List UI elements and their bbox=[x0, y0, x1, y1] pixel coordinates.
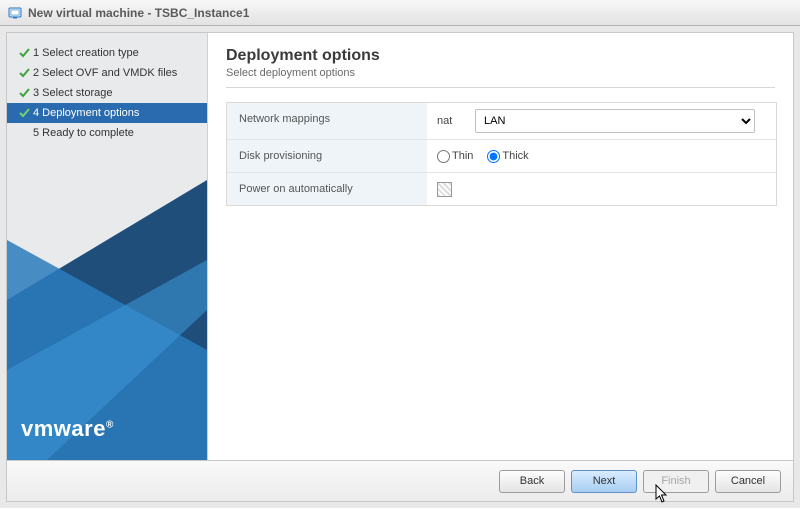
page-subtitle: Select deployment options bbox=[226, 67, 775, 79]
thin-label: Thin bbox=[452, 150, 473, 162]
step-2[interactable]: 2 Select OVF and VMDK files bbox=[7, 63, 207, 83]
sidebar-decoration: vmware® bbox=[7, 180, 207, 460]
check-icon bbox=[17, 48, 31, 59]
row-disk-provisioning: Disk provisioning Thin Thick bbox=[227, 140, 776, 173]
check-icon bbox=[17, 88, 31, 99]
check-icon bbox=[17, 108, 31, 119]
vm-icon bbox=[8, 6, 22, 20]
dialog-body: 1 Select creation type 2 Select OVF and … bbox=[0, 26, 800, 508]
thin-radio[interactable] bbox=[437, 150, 450, 163]
row-power-on: Power on automatically bbox=[227, 173, 776, 205]
wizard-sidebar: 1 Select creation type 2 Select OVF and … bbox=[7, 33, 208, 460]
page-heading: Deployment options bbox=[226, 47, 775, 65]
power-on-label: Power on automatically bbox=[227, 173, 427, 205]
nat-label: nat bbox=[437, 115, 467, 127]
vmware-logo: vmware® bbox=[21, 416, 114, 442]
step-label: 2 Select OVF and VMDK files bbox=[33, 67, 177, 79]
check-icon bbox=[17, 68, 31, 79]
power-on-checkbox[interactable] bbox=[437, 182, 452, 197]
network-mappings-label: Network mappings bbox=[227, 103, 427, 139]
divider bbox=[226, 87, 775, 88]
step-5[interactable]: 5 Ready to complete bbox=[7, 123, 207, 143]
network-dropdown[interactable]: LAN bbox=[475, 109, 755, 133]
footer: Back Next Finish Cancel bbox=[7, 460, 793, 501]
thin-radio-wrap[interactable]: Thin bbox=[437, 150, 473, 163]
step-3[interactable]: 3 Select storage bbox=[7, 83, 207, 103]
thick-radio-wrap[interactable]: Thick bbox=[487, 150, 528, 163]
registered-icon: ® bbox=[106, 420, 114, 431]
cancel-button[interactable]: Cancel bbox=[715, 470, 781, 493]
thick-label: Thick bbox=[502, 150, 528, 162]
disk-provisioning-label: Disk provisioning bbox=[227, 140, 427, 172]
window-title: New virtual machine - TSBC_Instance1 bbox=[28, 6, 249, 20]
wizard-steps: 1 Select creation type 2 Select OVF and … bbox=[7, 33, 207, 143]
options-table: Network mappings nat LAN Disk provisioni… bbox=[226, 102, 777, 206]
step-1[interactable]: 1 Select creation type bbox=[7, 43, 207, 63]
step-label: 4 Deployment options bbox=[33, 107, 139, 119]
step-label: 5 Ready to complete bbox=[33, 127, 134, 139]
step-label: 3 Select storage bbox=[33, 87, 113, 99]
main-panel: Deployment options Select deployment opt… bbox=[208, 33, 793, 460]
finish-button: Finish bbox=[643, 470, 709, 493]
back-button[interactable]: Back bbox=[499, 470, 565, 493]
row-network-mappings: Network mappings nat LAN bbox=[227, 103, 776, 140]
titlebar: New virtual machine - TSBC_Instance1 bbox=[0, 0, 800, 26]
next-button[interactable]: Next bbox=[571, 470, 637, 493]
step-bullet bbox=[17, 127, 31, 139]
step-label: 1 Select creation type bbox=[33, 47, 139, 59]
step-4-active[interactable]: 4 Deployment options bbox=[7, 103, 207, 123]
thick-radio[interactable] bbox=[487, 150, 500, 163]
logo-text: vmware bbox=[21, 416, 106, 441]
